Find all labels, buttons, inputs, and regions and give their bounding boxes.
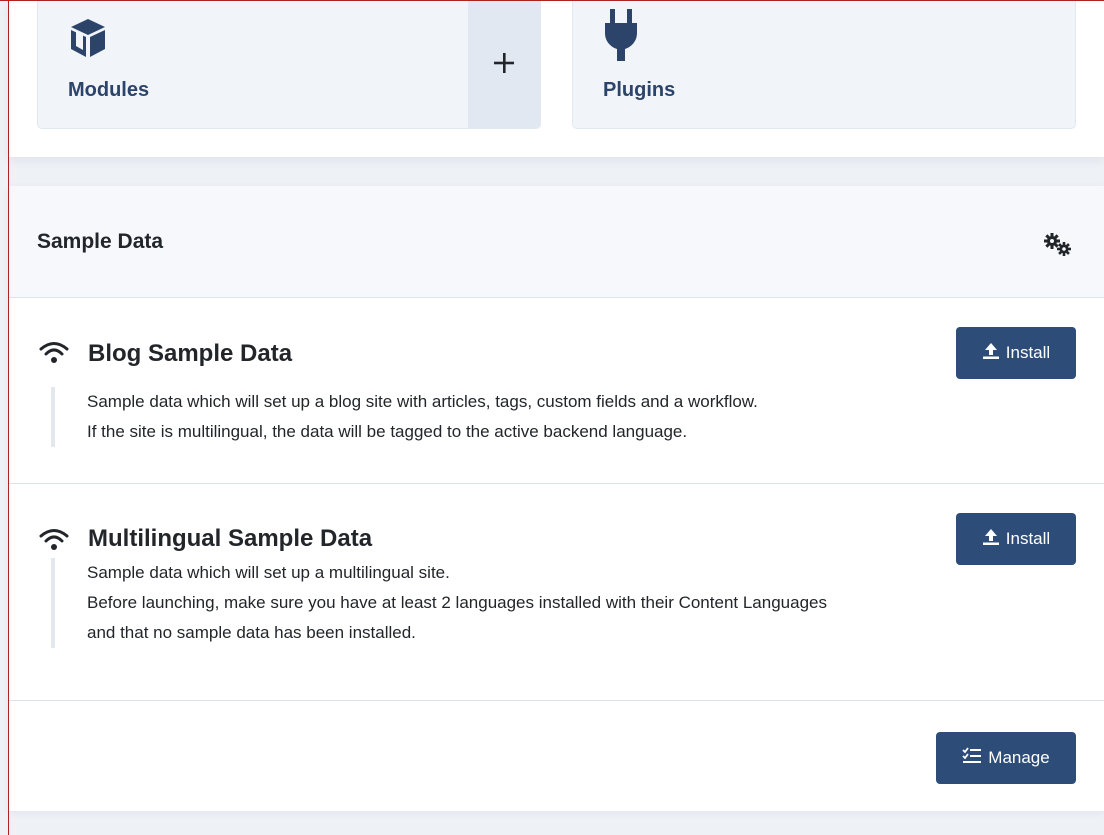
gears-icon[interactable] xyxy=(1039,230,1075,258)
tasks-icon xyxy=(962,746,982,770)
plug-icon xyxy=(603,1,639,66)
install-blog-button[interactable]: Install xyxy=(956,327,1076,379)
install-label: Install xyxy=(1005,529,1051,548)
description-line: and that no sample data has been install… xyxy=(87,623,416,642)
multilingual-sample-data-item: Multilingual Sample Data Install Sample … xyxy=(9,484,1104,701)
install-multilingual-button[interactable]: Install xyxy=(956,513,1076,565)
sample-data-title: Sample Data xyxy=(37,230,164,253)
wifi-icon xyxy=(39,527,69,556)
description-line: Sample data which will set up a blog sit… xyxy=(87,392,758,411)
blog-sample-data-item: Blog Sample Data Install Sample data whi… xyxy=(9,298,1104,484)
plus-icon xyxy=(493,52,515,79)
wifi-icon xyxy=(39,340,69,369)
description-line: If the site is multilingual, the data wi… xyxy=(87,422,688,441)
quick-icons-panel: Modules Plugins xyxy=(9,1,1104,157)
item-description: Sample data which will set up a multilin… xyxy=(51,558,827,648)
item-description: Sample data which will set up a blog sit… xyxy=(51,387,758,447)
plugins-label: Plugins xyxy=(603,79,676,101)
item-title: Blog Sample Data xyxy=(88,340,293,367)
modules-quick-icon[interactable]: Modules xyxy=(37,1,541,129)
plugins-quick-icon[interactable]: Plugins xyxy=(572,1,1076,129)
description-line: Sample data which will set up a multilin… xyxy=(87,563,450,582)
manage-label: Manage xyxy=(988,748,1050,767)
modules-label: Modules xyxy=(68,79,150,101)
sample-data-module: Sample Data Blog Sample Data Install Sam… xyxy=(9,186,1104,811)
sample-data-header: Sample Data xyxy=(9,186,1104,298)
upload-icon xyxy=(982,342,1000,365)
upload-icon xyxy=(982,528,1000,551)
description-line: Before launching, make sure you have at … xyxy=(87,593,827,612)
cube-icon xyxy=(68,17,108,64)
install-label: Install xyxy=(1005,343,1051,362)
add-module-button[interactable] xyxy=(468,1,540,128)
item-title: Multilingual Sample Data xyxy=(88,525,373,552)
manage-button[interactable]: Manage xyxy=(936,732,1076,784)
